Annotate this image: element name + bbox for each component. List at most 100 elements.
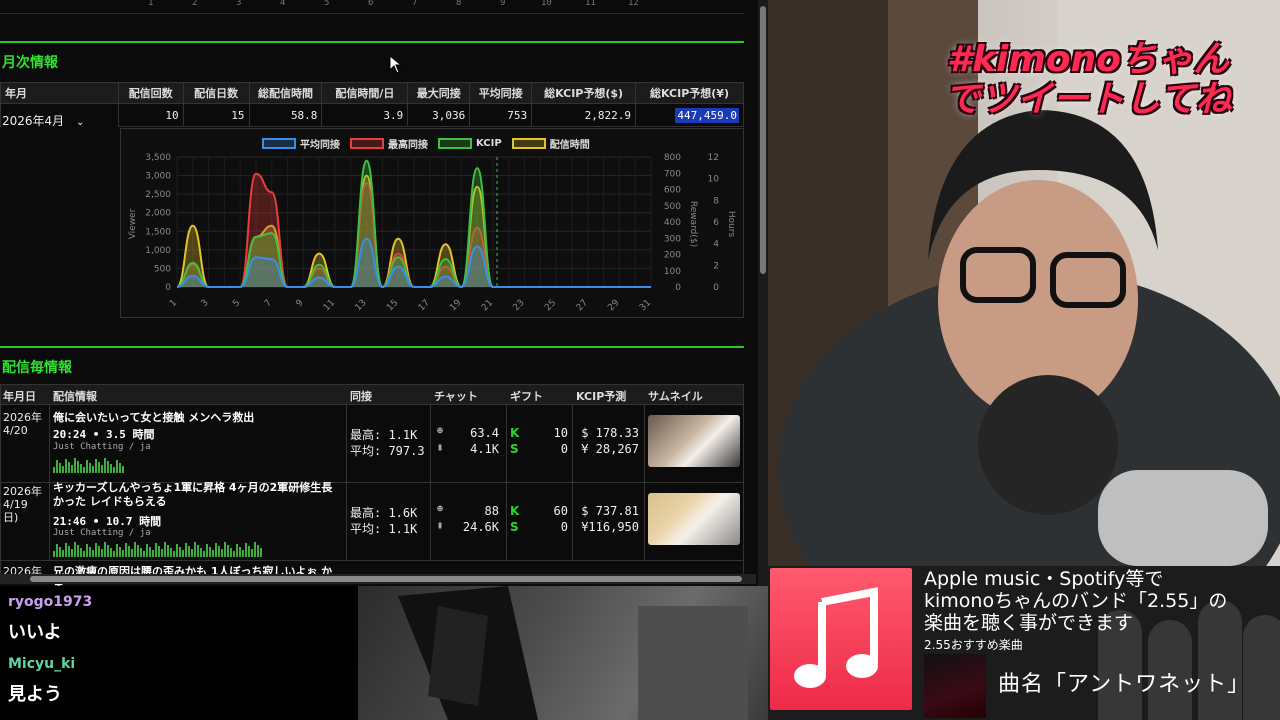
vod-thumbnail[interactable]	[648, 415, 740, 467]
sparkline-bar	[200, 548, 202, 557]
avg-viewers: 平均: 1.1K	[350, 522, 418, 536]
legend-label: KCIP	[476, 138, 502, 149]
y3-tick-label: 4	[713, 240, 719, 250]
chatter-icon: ☻	[437, 504, 444, 515]
sparkline-bar	[185, 543, 187, 557]
sparkline-bar	[65, 459, 67, 473]
sparkline-bar	[212, 550, 214, 557]
x-tick-label: 15	[385, 298, 400, 313]
sparkline-bar	[83, 551, 85, 557]
chat-username: Micyu_ki	[8, 656, 76, 672]
sparkline-bar	[158, 546, 160, 557]
sparkline-bar	[194, 542, 196, 557]
kick-gift-icon: K	[510, 426, 520, 440]
x-tick-label: 23	[512, 298, 527, 313]
promo-text: Apple music・Spotify等で kimonoちゃんのバンド「2.55…	[924, 568, 1228, 634]
sparkline-bar	[161, 549, 163, 557]
x-tick-label: 19	[448, 298, 463, 313]
sparkline-bar	[62, 550, 64, 557]
column-header: ギフト	[510, 390, 543, 403]
legend-item[interactable]: 配信時間	[511, 136, 590, 151]
sparkline-bar	[170, 548, 172, 557]
sparkline-bar	[56, 544, 58, 557]
y-tick-label: 1,000	[145, 246, 171, 256]
sparkline-bar	[71, 549, 73, 557]
y2-tick-label: 800	[664, 153, 681, 163]
horizontal-scrollbar[interactable]	[0, 574, 756, 584]
vod-thumbnail[interactable]	[648, 493, 740, 545]
y3-tick-label: 8	[713, 196, 719, 206]
column-header: 総配信時間	[248, 82, 323, 104]
stream-layout: 1 2 3 4 5 6 7 8 9 10 11 12 月次情報 年月 配信回数 配信日数 総配信時間 …	[0, 0, 1280, 720]
column-header: チャット	[434, 390, 478, 403]
y-tick-label: 500	[154, 264, 171, 274]
sparkline-bar	[122, 466, 124, 473]
scrollbar-thumb[interactable]	[30, 576, 742, 582]
y3-tick-label: 10	[708, 175, 720, 185]
column-header: 配信日数	[182, 82, 250, 104]
legend-label: 最高同接	[388, 140, 428, 151]
viewer-sparkline	[53, 541, 262, 557]
sparkline-bar	[53, 551, 55, 557]
chat-username: ryogo1973	[8, 594, 93, 610]
x-tick-label: 7	[263, 298, 274, 309]
stat-cell: 15	[182, 103, 250, 127]
song-title: 曲名「アントワネット」	[998, 672, 1251, 697]
scrollbar-thumb[interactable]	[760, 6, 766, 274]
section-divider	[0, 41, 744, 43]
month-column-header: 年月	[0, 82, 119, 104]
viewer-sparkline	[53, 457, 124, 473]
sub-gift-count: 0	[560, 442, 568, 456]
legend-swatch	[438, 138, 472, 149]
x-tick-label: 1	[168, 298, 179, 309]
sparkline-bar	[260, 548, 262, 557]
sparkline-bar	[119, 547, 121, 557]
x-tick-label: 5	[231, 298, 242, 309]
y3-tick-label: 6	[713, 218, 719, 228]
y2-tick-label: 100	[664, 267, 681, 277]
hashtag-overlay: #kimonoちゃん でツイートしてね	[944, 39, 1232, 120]
chat-message: いいよ	[8, 622, 62, 643]
peak-viewers: 最高: 1.6K	[350, 506, 418, 520]
stat-cell-highlighted[interactable]: 447,459.0	[635, 103, 744, 127]
music-promo-banner: Apple music・Spotify等で kimonoちゃんのバンド「2.55…	[768, 566, 1280, 720]
legend-item[interactable]: 最高同接	[350, 136, 428, 151]
sparkline-bar	[176, 544, 178, 557]
y2-tick-label: 200	[664, 251, 681, 261]
legend-item[interactable]: KCIP	[438, 136, 502, 151]
sparkline-bar	[254, 542, 256, 557]
sparkline-bar	[122, 550, 124, 557]
sparkline-bar	[77, 545, 79, 557]
sparkline-bar	[173, 551, 175, 557]
legend-item[interactable]: 平均同接	[262, 136, 340, 151]
x-tick-label: 27	[575, 298, 590, 313]
x-tick-label: 25	[543, 298, 558, 313]
chat-messages: 4.1K	[470, 442, 499, 456]
vod-title[interactable]: キッカーズしんやっちょ1軍に昇格 4ヶ月の2軍研修生長かった レイドもらえる	[53, 481, 343, 509]
sparkline-bar	[113, 551, 115, 557]
sparkline-bar	[179, 547, 181, 557]
guitar-image	[398, 586, 748, 720]
vod-date: 2026年 4/20	[3, 411, 42, 437]
sparkline-bar	[89, 547, 91, 557]
chevron-down-icon: ⌄	[76, 117, 85, 128]
y-tick-label: 1,500	[145, 227, 171, 237]
kcip-yen: ¥116,950	[581, 520, 639, 534]
sparkline-bar	[251, 549, 253, 557]
sparkline-bar	[206, 544, 208, 557]
vertical-scrollbar[interactable]	[758, 0, 768, 586]
sparkline-bar	[107, 461, 109, 473]
column-header: サムネイル	[648, 390, 703, 403]
table-row[interactable]: 2026年 4/20 俺に会いたいって女と接触 メンヘラ救出 20:24 • 3.…	[0, 405, 744, 483]
kick-gift-count: 10	[553, 426, 568, 440]
sparkline-bar	[125, 543, 127, 557]
month-select[interactable]: 2026年4月 ⌄	[2, 112, 84, 129]
sparkline-bar	[62, 466, 64, 473]
sparkline-bar	[59, 463, 61, 473]
sparkline-bar	[80, 548, 82, 557]
column-header: 同接	[350, 390, 372, 403]
vod-title[interactable]: 俺に会いたいって女と接触 メンヘラ救出	[53, 411, 343, 425]
x-tick-label: 13	[354, 298, 369, 313]
y2-tick-label: 700	[664, 169, 681, 179]
table-row[interactable]: 2026年 4/19 日) キッカーズしんやっちょ1軍に昇格 4ヶ月の2軍研修生長か…	[0, 481, 744, 561]
